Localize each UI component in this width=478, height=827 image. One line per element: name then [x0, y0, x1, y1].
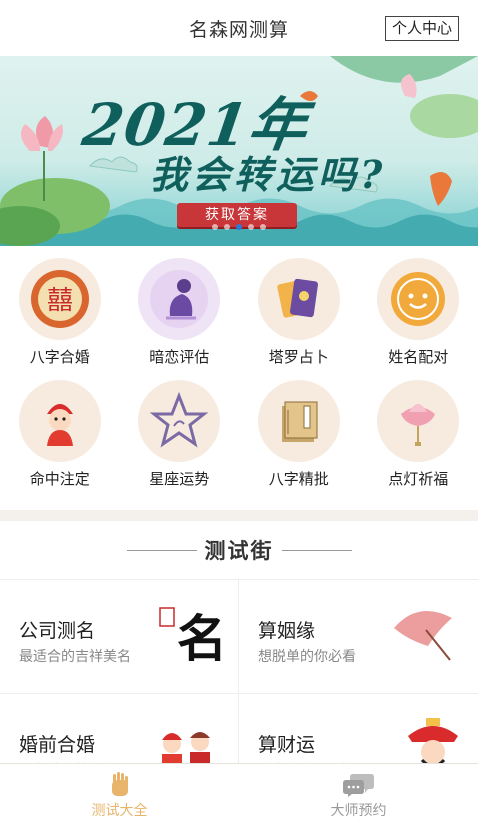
carousel-dot[interactable] [224, 224, 230, 230]
grid-item-label: 暗恋评估 [149, 348, 210, 366]
grid-item-destiny[interactable]: 命中注定 [0, 380, 120, 502]
top-bar: 名森网测算 个人中心 [0, 0, 478, 56]
app-page: 名森网测算 个人中心 2021年 我会转运吗? 获取答案 囍 八字合婚 暗恋评估… [0, 0, 478, 827]
double-happiness-icon: 囍 [18, 258, 101, 340]
section-header: 测试街 [0, 521, 478, 579]
grid-item-crush-assessment[interactable]: 暗恋评估 [120, 258, 240, 380]
page-title: 名森网测算 [188, 18, 289, 41]
carousel-dot[interactable] [260, 224, 266, 230]
tab-label: 测试大全 [91, 802, 148, 819]
card-title: 算财运 [258, 734, 316, 756]
grid-item-label: 八字合婚 [29, 348, 90, 366]
tab-master-booking[interactable]: 大师预约 [239, 764, 478, 827]
banner-subline: 我会转运吗? [150, 152, 387, 197]
card-marriage-fate[interactable]: 算姻缘 想脱单的你必看 [239, 580, 478, 694]
card-wealth-fortune[interactable]: 算财运 财富命盘 旺财运 [239, 694, 478, 769]
card-premarital-match[interactable]: 婚前合婚 准备结合的你们 [0, 694, 239, 769]
grid-item-label: 塔罗占卜 [268, 348, 329, 366]
test-cards: 公司测名 最适合的吉祥美名 名 算姻缘 想脱单的你必看 婚前合婚 准备结合的你们 [0, 579, 478, 769]
card-desc: 最适合的吉祥美名 [19, 649, 131, 665]
sad-girl-icon [138, 258, 221, 340]
svg-text:名: 名 [177, 609, 227, 668]
grid-item-horoscope[interactable]: 星座运势 [120, 380, 240, 502]
grid-item-name-match[interactable]: 姓名配对 [359, 258, 478, 380]
carousel-dot-active[interactable] [236, 224, 242, 230]
calligraphy-name-icon: 名 [159, 607, 227, 668]
card-desc: 想脱单的你必看 [258, 649, 356, 665]
tab-label: 大师预约 [330, 802, 387, 819]
tab-all-tests[interactable]: 测试大全 [0, 764, 239, 827]
carousel-dots [0, 224, 478, 230]
chat-bubbles-icon [342, 773, 374, 797]
card-title: 算姻缘 [258, 620, 316, 642]
grid-item-label: 命中注定 [29, 470, 90, 488]
couple-icon [162, 732, 210, 769]
grid-item-lamp-blessing[interactable]: 点灯祈福 [359, 380, 478, 502]
carousel-dot[interactable] [212, 224, 218, 230]
section-title: 测试街 [204, 539, 274, 563]
promo-banner[interactable]: 2021年 我会转运吗? 获取答案 [0, 56, 478, 246]
bride-icon [18, 380, 101, 462]
ancient-books-icon [257, 380, 340, 462]
svg-text:囍: 囍 [47, 286, 73, 316]
carousel-dot[interactable] [248, 224, 254, 230]
grid-item-bazi-marriage[interactable]: 囍 八字合婚 [0, 258, 120, 380]
red-umbrella-icon [394, 610, 452, 661]
name-seal-icon [377, 258, 460, 340]
card-company-naming[interactable]: 公司测名 最适合的吉祥美名 名 [0, 580, 239, 694]
divider-line [281, 549, 352, 551]
grid-item-label: 点灯祈福 [388, 470, 449, 488]
lotus-lamp-icon [377, 380, 460, 462]
card-title: 婚前合婚 [19, 734, 96, 756]
profile-center-button[interactable]: 个人中心 [384, 16, 459, 41]
card-title: 公司测名 [19, 620, 96, 642]
grid-item-label: 星座运势 [149, 470, 210, 488]
grid-item-label: 八字精批 [268, 470, 329, 488]
grid-item-bazi-detailed[interactable]: 八字精批 [239, 380, 359, 502]
grid-item-tarot[interactable]: 塔罗占卜 [239, 258, 359, 380]
bottom-tab-bar: 测试大全 大师预约 [0, 763, 478, 827]
hand-icon [111, 771, 128, 796]
fortune-god-icon [408, 718, 458, 768]
divider-line [126, 549, 197, 551]
star-constellation-icon [138, 380, 221, 462]
tarot-cards-icon [257, 258, 340, 340]
feature-grid: 囍 八字合婚 暗恋评估 塔罗占卜 姓名配对 命中注定 星座运势 八字精批 点灯祈… [0, 246, 478, 510]
grid-item-label: 姓名配对 [388, 348, 449, 366]
